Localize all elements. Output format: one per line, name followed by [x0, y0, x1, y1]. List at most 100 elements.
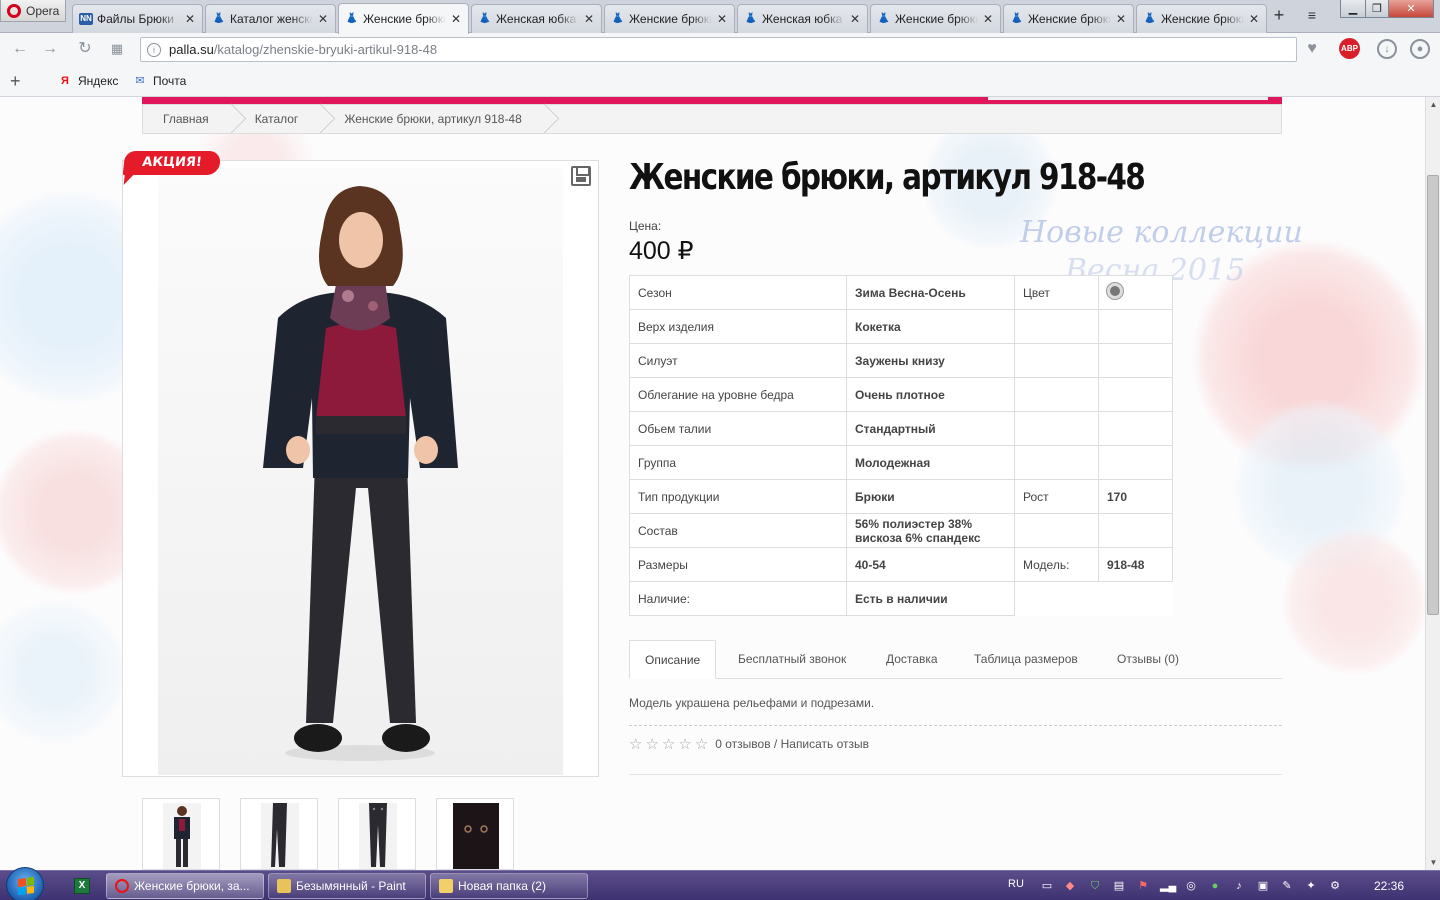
tray-update-icon[interactable]: ●	[1208, 879, 1222, 893]
bookmark-yandex[interactable]: Я Яндекс	[58, 74, 118, 88]
close-tab-icon[interactable]: ✕	[1115, 12, 1127, 26]
close-tab-icon[interactable]: ✕	[317, 12, 329, 26]
download-icon[interactable]: ↓	[1377, 39, 1397, 59]
browser-tab[interactable]: 👗 Женские брюки ✕	[1136, 4, 1267, 33]
product-thumbnail[interactable]	[142, 798, 220, 870]
tray-shield-icon[interactable]: ⛉	[1088, 879, 1102, 893]
browser-tab-active[interactable]: 👗 Женские брюки, артикул 918-48 ✕	[338, 3, 469, 34]
close-tab-icon[interactable]: ✕	[849, 12, 861, 26]
tab-size-chart[interactable]: Таблица размеров	[974, 640, 1078, 679]
forward-arrow-icon[interactable]: →	[40, 40, 60, 58]
product-thumbnail[interactable]	[240, 798, 318, 870]
product-tabs: Описание Бесплатный звонок Доставка Табл…	[629, 640, 1282, 679]
site-info-icon[interactable]: i	[147, 42, 161, 57]
spec-row: Группа Молодежная	[629, 445, 1173, 480]
tray-app2-icon[interactable]: ▣	[1256, 879, 1270, 893]
close-tab-icon[interactable]: ✕	[583, 12, 595, 26]
breadcrumb-catalog-link[interactable]: Каталог	[255, 112, 299, 126]
scroll-thumb[interactable]	[1427, 175, 1439, 615]
spec-row: Размеры 40-54 Модель: 918-48	[629, 547, 1173, 582]
language-indicator[interactable]: RU	[1008, 878, 1024, 890]
restore-icon[interactable]: ❐	[1365, 0, 1389, 18]
spec-label: Обьем талии	[629, 411, 847, 446]
product-photo[interactable]	[158, 168, 563, 775]
spec-label: Наличие:	[629, 581, 847, 616]
tab-description[interactable]: Описание	[629, 640, 717, 679]
tab-title: Файлы Брюки	[97, 12, 174, 26]
taskbar-opera-window[interactable]: Женские брюки, за...	[106, 873, 264, 899]
new-tab-button[interactable]: +	[1270, 6, 1288, 26]
spec-label: Сезон	[629, 275, 847, 310]
divider	[629, 725, 1282, 726]
product-title: Женские брюки, артикул 918-48	[629, 157, 1146, 198]
nn-favicon-icon: NN	[79, 13, 93, 25]
browser-tab[interactable]: NN Файлы Брюки ✕	[72, 4, 203, 33]
breadcrumb-current: Женские брюки, артикул 918-48	[344, 112, 522, 126]
spec-empty-cell	[1099, 582, 1173, 616]
opera-menu-button[interactable]: Opera	[0, 0, 66, 22]
tab-reviews[interactable]: Отзывы (0)	[1117, 640, 1179, 679]
minimize-icon[interactable]: ▁	[1340, 0, 1366, 18]
address-bar[interactable]: i palla.su/katalog/zhenskie-bryuki-artik…	[140, 37, 1297, 62]
adblock-plus-icon[interactable]: ABP	[1339, 38, 1360, 59]
color-swatch-icon[interactable]	[1107, 283, 1123, 299]
page-scrollbar[interactable]: ▲ ▼	[1425, 97, 1440, 870]
spec-label: Рост	[1014, 479, 1099, 514]
close-tab-icon[interactable]: ✕	[184, 12, 196, 26]
speed-dial-grid-icon[interactable]: ▦	[107, 40, 127, 58]
close-tab-icon[interactable]: ✕	[982, 12, 994, 26]
tray-flag-icon[interactable]: ⚑	[1136, 879, 1150, 893]
close-tab-icon[interactable]: ✕	[716, 12, 728, 26]
back-arrow-icon[interactable]: ←	[10, 40, 30, 58]
scroll-up-icon[interactable]: ▲	[1426, 97, 1440, 112]
tab-title: Каталог женской одежды	[230, 12, 313, 26]
browser-tab[interactable]: 👗 Женские брюки ✕	[604, 4, 735, 33]
excel-icon[interactable]: X	[74, 878, 90, 894]
scroll-down-icon[interactable]: ▼	[1426, 855, 1440, 870]
header-search-box[interactable]	[988, 97, 1268, 100]
save-image-icon[interactable]	[571, 166, 591, 186]
tab-delivery[interactable]: Доставка	[886, 640, 938, 679]
tray-device-icon[interactable]: ▤	[1112, 879, 1126, 893]
breadcrumb-separator	[227, 104, 237, 134]
browser-tab[interactable]: 👗 Женская юбка ✕	[737, 4, 868, 33]
add-bookmark-icon[interactable]: +	[10, 71, 21, 92]
browser-tab[interactable]: 👗 Женские брюки ✕	[870, 4, 1001, 33]
tab-menu-icon[interactable]: ≡	[1303, 7, 1321, 25]
tray-volume-icon[interactable]: ♪	[1232, 879, 1246, 893]
close-tab-icon[interactable]: ✕	[450, 12, 462, 26]
product-thumbnail[interactable]	[338, 798, 416, 870]
spec-value: Стандартный	[846, 411, 1015, 446]
tab-free-call[interactable]: Бесплатный звонок	[738, 640, 846, 679]
browser-tab[interactable]: 👗 Женская юбка ✕	[471, 4, 602, 33]
spec-label: Состав	[629, 513, 847, 548]
taskbar-folder-window[interactable]: Новая папка (2)	[430, 873, 588, 899]
tray-network-icon[interactable]: ◎	[1184, 879, 1198, 893]
background-flower-decoration	[0, 597, 130, 747]
opera-logo-icon	[7, 3, 21, 18]
product-image-frame[interactable]	[122, 160, 599, 777]
reload-icon[interactable]: ↻	[75, 40, 95, 58]
close-window-icon[interactable]: ✕	[1388, 0, 1434, 18]
close-tab-icon[interactable]: ✕	[1248, 12, 1260, 26]
browser-tab[interactable]: 👗 Женские брюки ✕	[1003, 4, 1134, 33]
tray-app4-icon[interactable]: ✦	[1304, 879, 1318, 893]
start-button[interactable]	[6, 867, 44, 900]
tray-app-icon[interactable]: ◆	[1063, 879, 1077, 893]
tray-monitor-icon[interactable]: ▭	[1040, 879, 1054, 893]
tab-title: Женские брюки	[629, 12, 712, 26]
clock[interactable]: 22:36	[1374, 879, 1404, 893]
tray-app5-icon[interactable]: ⚙	[1328, 879, 1342, 893]
product-thumbnail[interactable]	[436, 798, 514, 870]
model-photo-illustration	[263, 186, 458, 761]
tray-signal-icon[interactable]: ▂▄	[1160, 879, 1176, 893]
browser-tab[interactable]: 👗 Каталог женской одежды ✕	[205, 4, 336, 33]
write-review-link[interactable]: 0 отзывов / Написать отзыв	[715, 737, 869, 751]
breadcrumb-home-link[interactable]: Главная	[163, 112, 209, 126]
bookmark-mail[interactable]: ✉ Почта	[133, 74, 186, 88]
profile-icon[interactable]: ●	[1410, 39, 1430, 59]
tray-app3-icon[interactable]: ✎	[1280, 879, 1294, 893]
taskbar-paint-window[interactable]: Безымянный - Paint	[268, 873, 426, 899]
spec-empty-cell	[1098, 343, 1173, 378]
heart-bookmark-icon[interactable]: ♥	[1302, 40, 1322, 58]
